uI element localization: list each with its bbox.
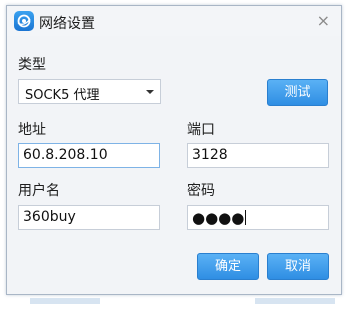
- close-icon[interactable]: ×: [317, 11, 330, 30]
- password-mask: ●●●●: [192, 209, 245, 227]
- port-input[interactable]: 3128: [187, 143, 329, 168]
- address-input[interactable]: 60.8.208.10: [18, 143, 160, 168]
- type-label: 类型: [18, 57, 46, 73]
- ok-button[interactable]: 确定: [197, 253, 259, 280]
- background-window-strip: [30, 298, 100, 304]
- test-button[interactable]: 测试: [267, 79, 328, 106]
- proxy-type-value: SOCK5 代理: [25, 88, 100, 103]
- background-window-strip: [255, 298, 335, 304]
- network-settings-dialog: 网络设置 × 类型 SOCK5 代理 测试 地址 60.8.208.10 端口 …: [6, 5, 342, 295]
- proxy-type-select[interactable]: SOCK5 代理: [18, 79, 161, 104]
- title-bar: 网络设置 ×: [7, 6, 341, 36]
- app-logo-icon: [14, 11, 34, 31]
- password-input[interactable]: ●●●●: [187, 205, 329, 230]
- port-label: 端口: [187, 122, 215, 138]
- cancel-button[interactable]: 取消: [267, 253, 329, 280]
- password-label: 密码: [187, 183, 215, 199]
- dialog-title: 网络设置: [39, 16, 95, 32]
- username-input[interactable]: 360buy: [18, 205, 160, 230]
- username-label: 用户名: [18, 183, 60, 199]
- chevron-down-icon: [146, 90, 154, 94]
- address-label: 地址: [18, 122, 46, 138]
- text-cursor: [245, 210, 247, 225]
